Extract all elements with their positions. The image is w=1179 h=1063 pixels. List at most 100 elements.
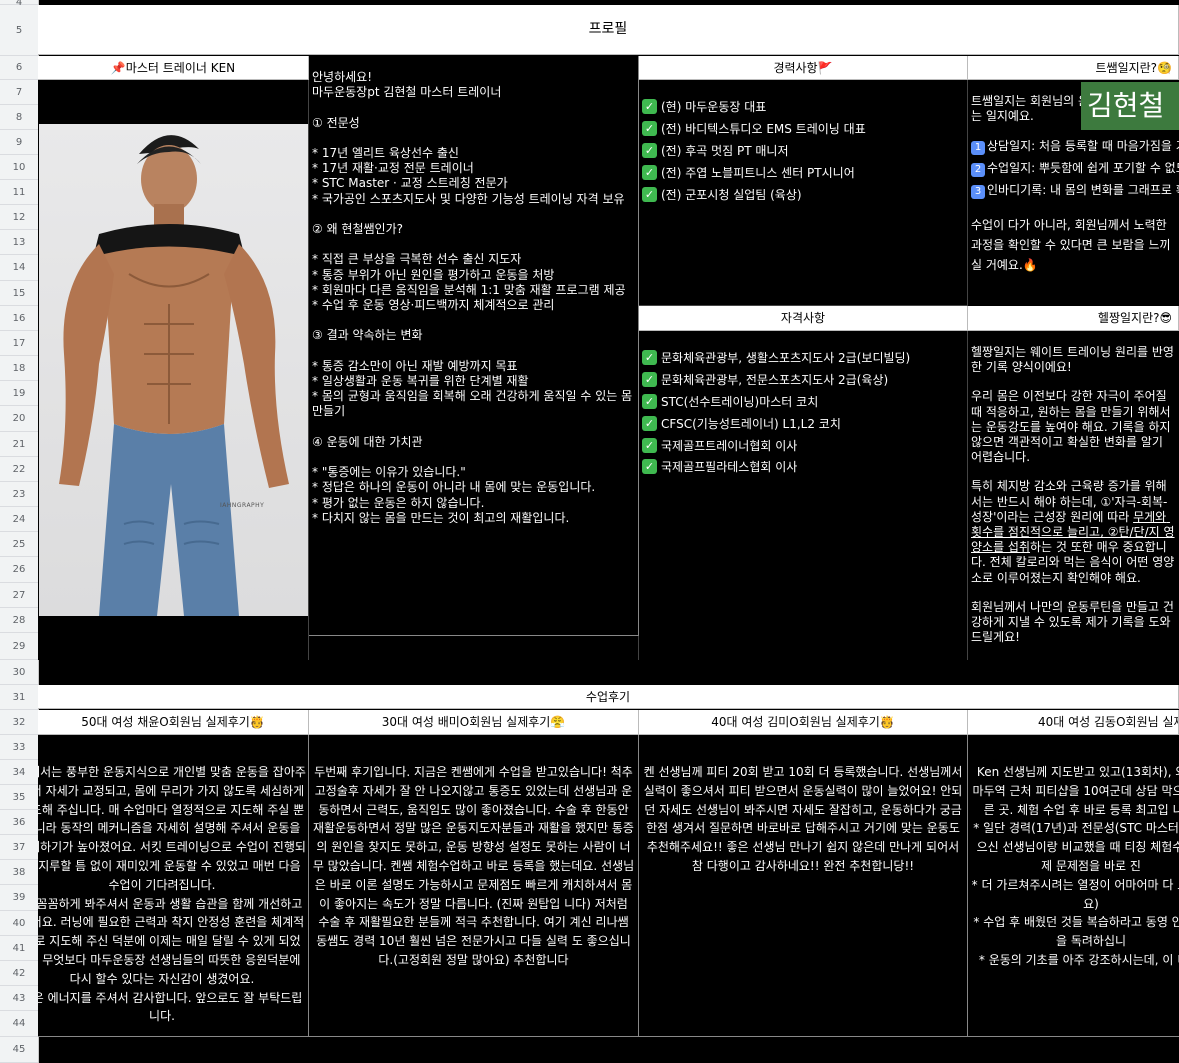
career-item-label: (전) 바디텍스튜디오 EMS 트레이닝 대표 <box>661 122 866 137</box>
review-body-4: Ken 선생님께 지도받고 있고(13회차), 와 산, 마두역 근처 피티샵을… <box>968 735 1179 1037</box>
row-number[interactable]: 27 <box>0 583 38 608</box>
cert-item-label: 문화체육관광부, 생활스포츠지도사 2급(보디빌딩) <box>661 351 911 366</box>
row-number[interactable]: 23 <box>0 482 38 507</box>
intro-text-cell: 안녕하세요! 마두운동장pt 김현철 마스터 트레이너 ① 전문성 * 17년 … <box>309 56 639 636</box>
review-header-3: 40대 여성 김미O회원님 실제후기🫅 <box>639 710 968 735</box>
ssaem-item-label: 상담일지: 처음 등록할 때 마음가짐을 기록 <box>987 139 1179 154</box>
row-number[interactable]: 22 <box>0 457 38 482</box>
row-number[interactable]: 26 <box>0 557 38 583</box>
check-mark-icon: ✓ <box>642 99 657 115</box>
check-mark-icon: ✓ <box>642 437 657 453</box>
intro-empty-cell <box>309 636 639 660</box>
review-text-4: Ken 선생님께 지도받고 있고(13회차), 와 산, 마두역 근처 피티샵을… <box>971 765 1179 967</box>
review-header-2: 30대 여성 배미O회원님 실제후기😤 <box>309 710 639 735</box>
row-number[interactable]: 19 <box>0 381 38 406</box>
review-text-2: 두번째 후기입니다. 지금은 켄쌤에게 수업을 받고있습니다! 척추 고정술후 … <box>312 765 637 967</box>
row-number[interactable]: 12 <box>0 205 38 230</box>
row-number[interactable]: 8 <box>0 105 38 130</box>
row-number[interactable]: 43 <box>0 986 38 1011</box>
health-diary-header: 헬짱일지란?😎 <box>968 306 1179 331</box>
row-header-column: 4 5 6 7 8 9 10 11 12 13 14 15 16 17 18 19 20 21 22 23 24 25 26… <box>0 0 39 1063</box>
intro-text: 안녕하세요! 마두운동장pt 김현철 마스터 트레이너 ① 전문성 * 17년 … <box>312 70 633 525</box>
review-body-2: 두번째 후기입니다. 지금은 켄쌤에게 수업을 받고있습니다! 척추 고정술후 … <box>309 735 639 1037</box>
row-number[interactable]: 9 <box>0 130 38 155</box>
row-number[interactable]: 33 <box>0 735 38 760</box>
cert-item-label: 문화체육관광부, 전문스포츠지도사 2급(육상) <box>661 373 889 388</box>
health-diary-cell: 헬짱일지는 웨이트 트레이닝 원리를 반영한 기록 양식이에요! 우리 몸은 이… <box>968 331 1179 660</box>
row-number[interactable]: 18 <box>0 356 38 381</box>
check-mark-icon: ✓ <box>642 415 657 431</box>
cert-item-label: CFSC(기능성트레이너) L1,L2 코치 <box>661 416 841 431</box>
ssaem-outro: 수업이 다가 아니라, 회원님께서 노력한 과정을 확인할 수 있다면 큰 보람… <box>971 218 1171 273</box>
ssaem-diary-header: 트쌤일지란?🧐 <box>968 56 1179 80</box>
row-number[interactable]: 37 <box>0 835 38 860</box>
row-number[interactable]: 16 <box>0 306 38 331</box>
number-badge-icon: 2 <box>971 163 985 178</box>
career-header: 경력사항🚩 <box>639 56 968 80</box>
trainer-photo: IAHNGRAPHY <box>39 124 308 616</box>
row-number[interactable]: 20 <box>0 406 38 432</box>
check-mark-icon: ✓ <box>642 350 657 366</box>
row-number[interactable]: 10 <box>0 155 38 180</box>
number-badge-icon: 1 <box>971 141 985 156</box>
row-number[interactable]: 24 <box>0 507 38 532</box>
row-number[interactable]: 29 <box>0 633 38 660</box>
health-p1: 헬짱일지는 웨이트 트레이닝 원리를 반영한 기록 양식이에요! <box>971 345 1174 375</box>
row-number[interactable]: 36 <box>0 810 38 835</box>
row-number[interactable]: 11 <box>0 180 38 205</box>
row-number[interactable]: 13 <box>0 230 38 255</box>
row-number[interactable]: 21 <box>0 432 38 457</box>
career-item: ✓ (전) 후곡 멋짐 PT 매니저 <box>642 140 965 162</box>
row-number[interactable]: 30 <box>0 660 38 685</box>
cert-item: ✓ CFSC(기능성트레이너) L1,L2 코치 <box>642 412 965 434</box>
ssaem-item: 2 수업일지: 뿌듯함에 쉽게 포기할 수 없도록 <box>971 157 1179 179</box>
cert-item: ✓ 국제골프트레이너협회 이사 <box>642 434 965 456</box>
row-number[interactable]: 44 <box>0 1011 38 1037</box>
row-number[interactable]: 32 <box>0 710 38 735</box>
health-p3: 특히 체지방 감소와 근육량 증가를 위해서는 반드시 해야 하는데, ①'자극… <box>971 479 1176 585</box>
career-item-label: (현) 마두운동장 대표 <box>661 100 767 115</box>
cert-item: ✓ 국제골프필라테스협회 이사 <box>642 456 965 478</box>
review-body-3: 켄 선생님께 피티 20회 받고 10회 더 등록했습니다. 선생님께서 실력이… <box>639 735 968 1037</box>
row-number[interactable]: 40 <box>0 911 38 936</box>
cert-item: ✓ 문화체육관광부, 생활스포츠지도사 2급(보디빌딩) <box>642 347 965 369</box>
review-text-3: 켄 선생님께 피티 20회 받고 10회 더 등록했습니다. 선생님께서 실력이… <box>643 765 967 873</box>
row-number[interactable]: 41 <box>0 936 38 961</box>
row-number[interactable]: 17 <box>0 331 38 356</box>
check-mark-icon: ✓ <box>642 459 657 475</box>
row-number[interactable]: 28 <box>0 608 38 633</box>
row-number[interactable]: 15 <box>0 281 38 306</box>
career-item-label: (전) 군포시청 실업팀 (육상) <box>661 187 802 202</box>
check-mark-icon: ✓ <box>642 121 657 137</box>
number-badge-icon: 3 <box>971 185 985 200</box>
cert-item-label: STC(선수트레이닝)마스터 코치 <box>661 394 819 409</box>
check-mark-icon: ✓ <box>642 372 657 388</box>
row-number[interactable]: 31 <box>0 685 38 710</box>
career-item: ✓ (현) 마두운동장 대표 <box>642 96 965 118</box>
row-number[interactable]: 5 <box>0 5 38 56</box>
row-number[interactable]: 42 <box>0 961 38 986</box>
trainer-photo-cell: IAHNGRAPHY <box>38 80 309 660</box>
row-number[interactable]: 35 <box>0 785 38 810</box>
row-number[interactable]: 6 <box>0 56 38 80</box>
row-number[interactable]: 25 <box>0 532 38 557</box>
row-number[interactable]: 7 <box>0 80 38 105</box>
career-item: ✓ (전) 군포시청 실업팀 (육상) <box>642 183 965 205</box>
row-number[interactable]: 39 <box>0 885 38 911</box>
trainer-figure-image <box>59 135 289 616</box>
cert-item-label: 국제골프필라테스협회 이사 <box>661 460 798 475</box>
photo-watermark: IAHNGRAPHY <box>220 502 265 509</box>
row-number[interactable]: 38 <box>0 860 38 885</box>
review-header-4: 40대 여성 김동O회원님 실제후기 <box>968 710 1179 735</box>
check-mark-icon: ✓ <box>642 142 657 158</box>
row-number[interactable]: 14 <box>0 255 38 281</box>
row-number[interactable]: 45 <box>0 1037 38 1063</box>
health-p4: 회원님께서 나만의 운동루틴을 만들고 건강하게 지낼 수 있도록 제가 기록을… <box>971 599 1174 645</box>
row-number[interactable]: 34 <box>0 760 38 785</box>
career-item: ✓ (전) 주엽 노블피트니스 센터 PT시니어 <box>642 161 965 183</box>
ssaem-item-label: 인바디기록: 내 몸의 변화를 그래프로 확인 <box>987 183 1179 198</box>
name-badge: 김현철 <box>1081 82 1179 130</box>
reviews-title: 수업후기 <box>38 685 1179 709</box>
cert-item-label: 국제골프트레이너협회 이사 <box>661 438 798 453</box>
ssaem-items: 1 상담일지: 처음 등록할 때 마음가짐을 기록 2 수업일지: 뿌듯함에 쉽게 포… <box>971 135 1179 201</box>
